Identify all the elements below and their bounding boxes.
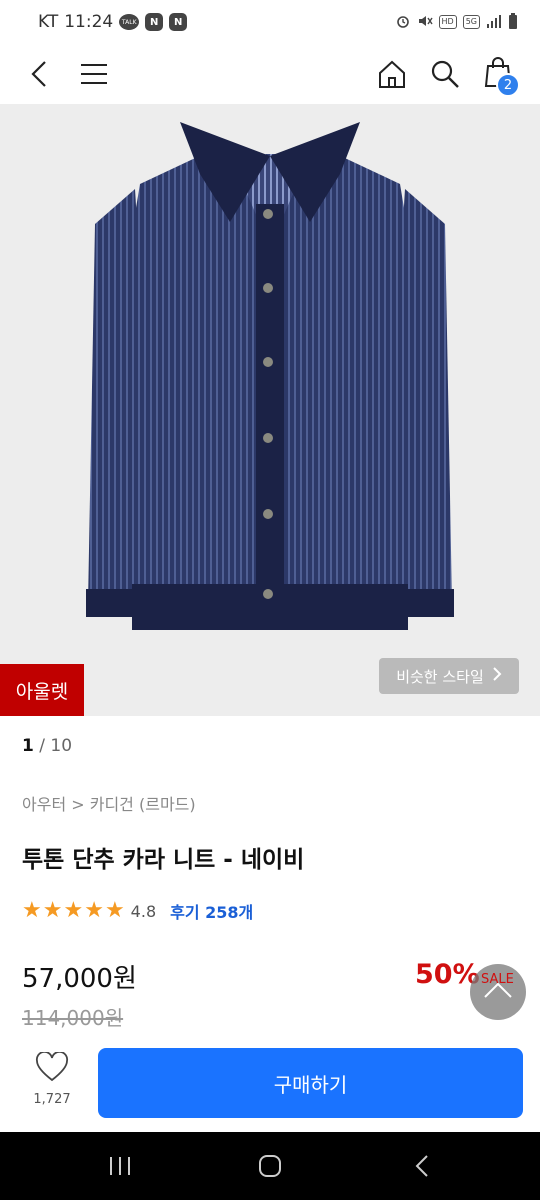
menu-icon[interactable]: [74, 54, 114, 94]
chevron-right-icon: [492, 666, 502, 686]
naver-icon: N: [145, 13, 164, 31]
product-image-carousel[interactable]: 아울렛 비슷한 스타일: [0, 104, 540, 716]
talk-icon: TALK: [119, 14, 140, 30]
alarm-icon: [395, 13, 411, 32]
buy-button[interactable]: 구매하기: [98, 1048, 523, 1118]
breadcrumb[interactable]: 아우터 > 카디건 (르마드): [22, 791, 196, 815]
recent-apps-icon[interactable]: [100, 1150, 140, 1182]
search-icon[interactable]: [425, 54, 465, 94]
app-header: 2: [0, 44, 540, 104]
system-nav-bar: [0, 1132, 540, 1200]
like-button[interactable]: 1,727: [22, 1050, 82, 1116]
product-title: 투톤 단추 카라 니트 - 네이비: [22, 847, 305, 873]
star-rating: ★ ★ ★ ★ ★: [22, 900, 125, 922]
sale-price: 57,000원: [22, 964, 137, 994]
home-nav-icon[interactable]: [250, 1150, 290, 1182]
sale-label: SALE: [481, 972, 514, 987]
cart-count-badge: 2: [496, 73, 520, 97]
hd-icon: HD: [438, 15, 457, 29]
image-counter: 1 / 10: [22, 736, 72, 756]
review-count-link[interactable]: 후기 258개: [170, 899, 253, 923]
status-time: 11:24: [64, 12, 114, 32]
mute-icon: [417, 13, 433, 32]
status-bar: KT 11:24 TALK N N HD 5G: [0, 0, 540, 44]
image-total: / 10: [39, 736, 73, 756]
image-index: 1: [22, 736, 34, 756]
home-icon[interactable]: [372, 54, 412, 94]
star-icon: ★: [63, 898, 84, 923]
carrier-label: KT: [38, 12, 59, 32]
back-nav-icon[interactable]: [402, 1150, 442, 1182]
original-price: 114,000원: [22, 1006, 124, 1030]
naver-icon: N: [169, 13, 188, 31]
star-icon: ★: [84, 898, 104, 923]
star-icon: ★: [42, 898, 63, 923]
cart-button[interactable]: 2: [478, 54, 520, 97]
like-count: 1,727: [33, 1092, 71, 1107]
similar-style-label: 비슷한 스타일: [396, 667, 484, 686]
similar-style-button[interactable]: 비슷한 스타일: [379, 658, 519, 694]
battery-icon: [508, 12, 518, 32]
heart-icon: [35, 1050, 69, 1086]
product-photo: [86, 122, 454, 630]
network-5g-icon: 5G: [462, 15, 480, 29]
outlet-badge: 아울렛: [0, 664, 84, 716]
back-icon[interactable]: [20, 54, 60, 94]
star-icon: ★: [22, 898, 42, 923]
rating-score: 4.8: [130, 901, 157, 921]
rating-row: ★ ★ ★ ★ ★ 4.8 후기 258개: [22, 898, 253, 924]
star-icon: ★: [104, 898, 125, 923]
signal-icon: [486, 14, 502, 31]
